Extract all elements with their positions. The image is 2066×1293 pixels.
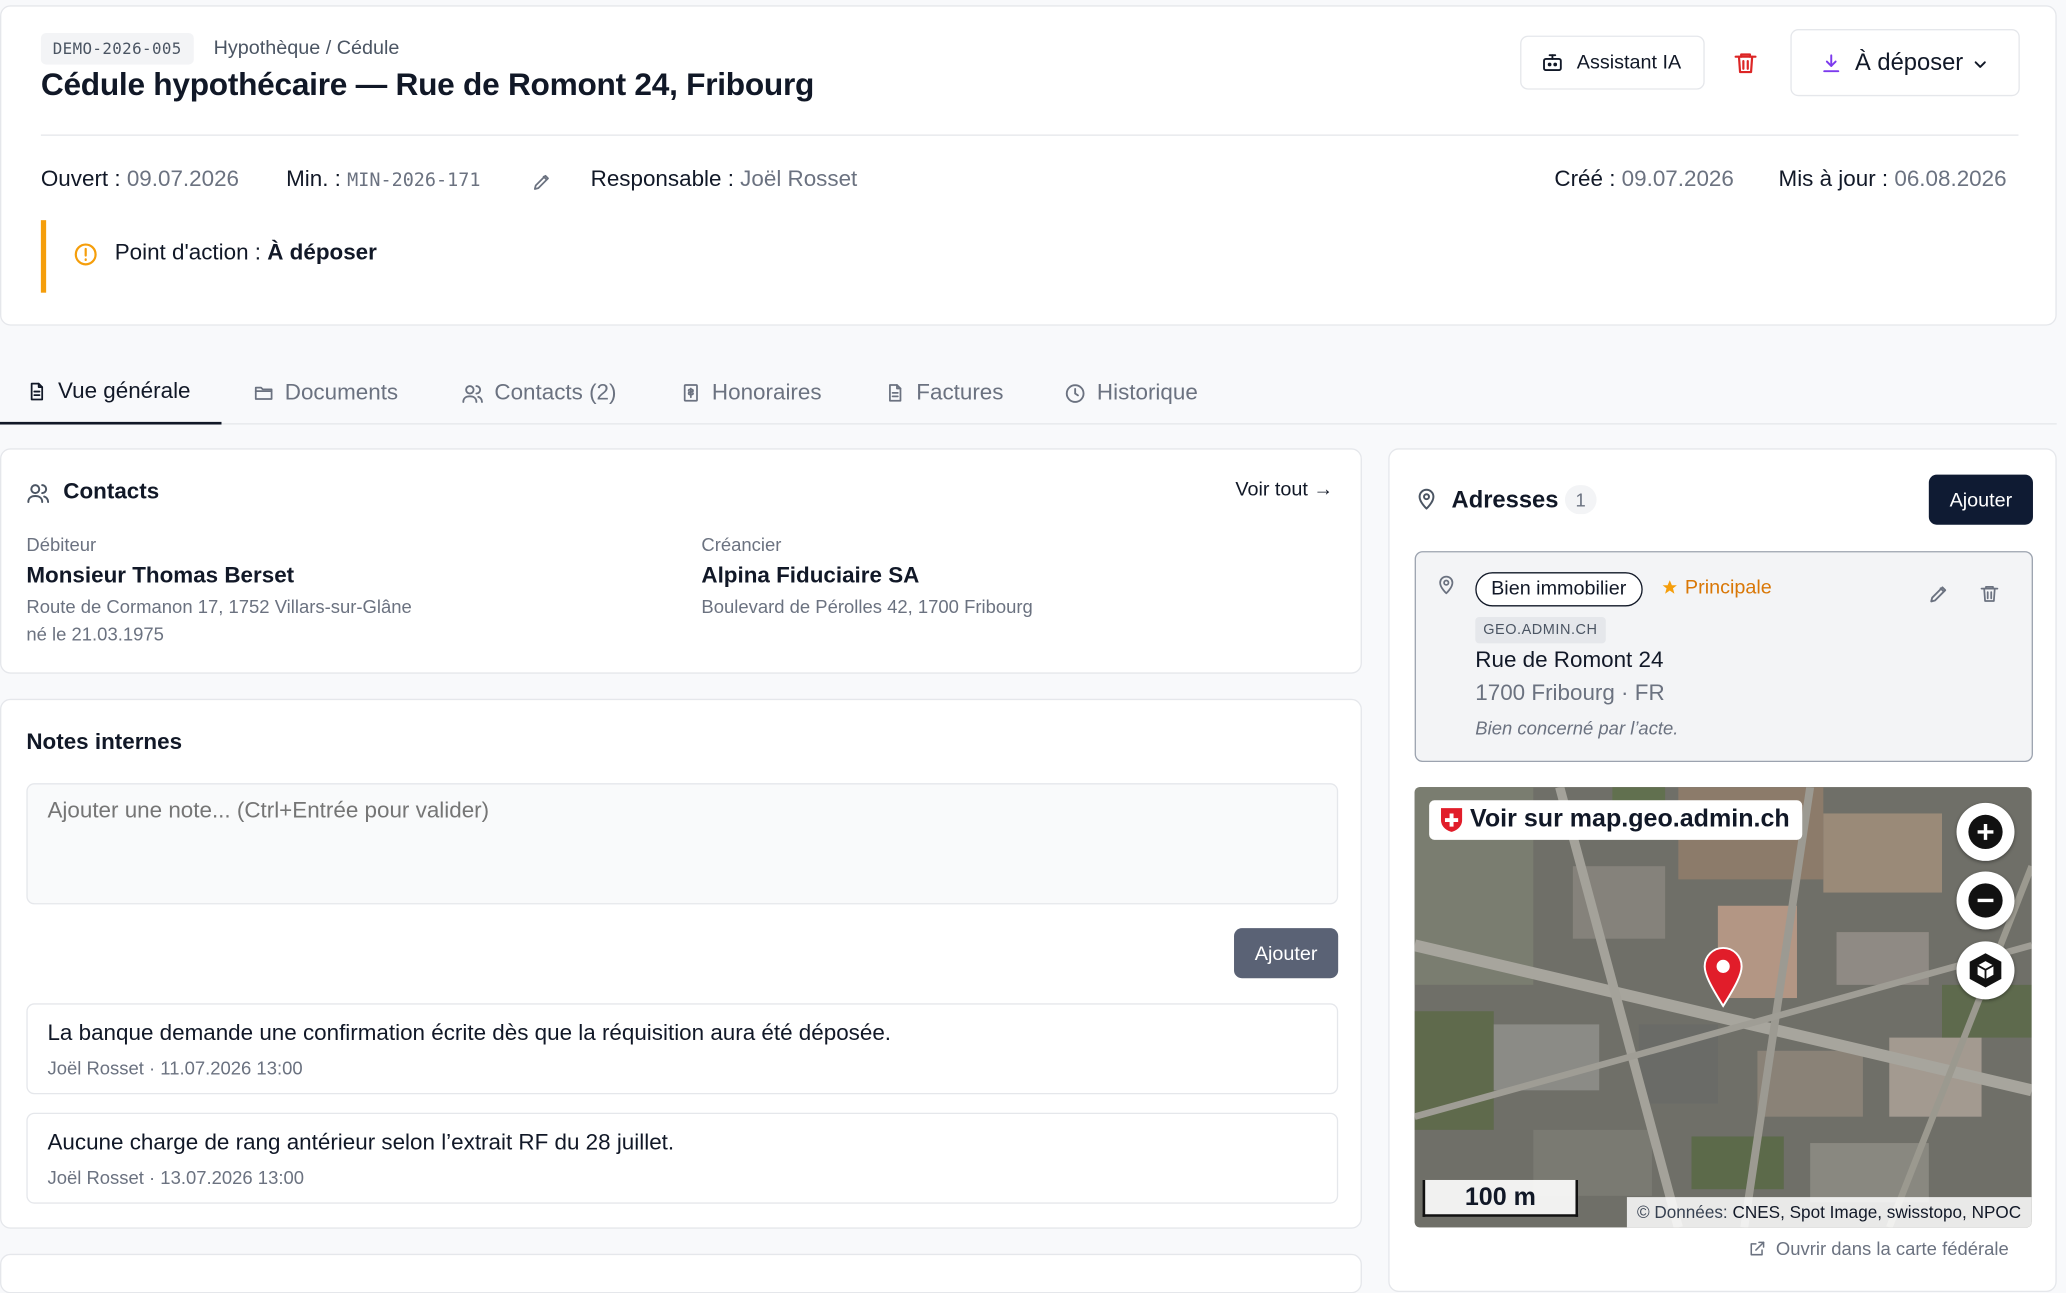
- edit-minute-pencil-icon[interactable]: [531, 171, 552, 199]
- tab-historique[interactable]: Historique: [1064, 361, 1198, 424]
- status-dropdown[interactable]: À déposer: [1790, 29, 2020, 97]
- addresses-title: Adresses: [1451, 486, 1559, 513]
- page-title: Cédule hypothécaire — Rue de Romont 24, …: [40, 67, 815, 103]
- note-text: La banque demande une confirmation écrit…: [47, 1020, 892, 1046]
- download-icon: [1821, 52, 1842, 73]
- internal-notes-card: Notes internes Ajouter La banque demande…: [0, 698, 1362, 1229]
- meta-minute: Min. : MIN-2026-171: [286, 166, 481, 192]
- assistant-ia-label: Assistant IA: [1576, 51, 1682, 74]
- cube-icon: [1966, 951, 2006, 991]
- contacts-card: Contacts Voir tout → Débiteur Monsieur T…: [0, 448, 1362, 674]
- aerial-map-imagery: [1414, 787, 2032, 1228]
- case-reference-badge: DEMO-2026-005: [40, 32, 194, 65]
- contact-birthdate: né le 21.03.1975: [26, 623, 164, 645]
- see-all-contacts-link[interactable]: Voir tout →: [1235, 479, 1333, 501]
- contact-role: Créancier: [701, 533, 782, 556]
- robot-icon: [1541, 51, 1563, 73]
- meta-responsible: Responsable : Joël Rosset: [590, 166, 858, 192]
- action-point-text: Point d'action : À déposer: [114, 239, 377, 265]
- tab-contacts[interactable]: Contacts (2): [461, 361, 616, 424]
- receipt-icon: [680, 382, 701, 403]
- meta-updated: Mis à jour : 06.08.2026: [1778, 166, 2007, 192]
- tab-bar: Vue générale Documents Contacts (2) Hono…: [0, 361, 2057, 425]
- document-icon: [26, 381, 47, 402]
- note-input[interactable]: [26, 783, 1339, 905]
- note-item: La banque demande une confirmation écrit…: [26, 1003, 1339, 1095]
- edit-address-pencil-icon[interactable]: [1928, 583, 1950, 605]
- minus-icon: [1967, 882, 2004, 919]
- map-pin-icon: [1436, 575, 1457, 596]
- tab-documents[interactable]: Documents: [253, 361, 398, 424]
- external-link-icon: [1748, 1239, 1766, 1257]
- case-header: DEMO-2026-005 Hypothèque / Cédule Cédule…: [0, 5, 2057, 326]
- address-source-badge: GEO.ADMIN.CH: [1475, 617, 1606, 644]
- chevron-down-icon: [1971, 53, 1989, 81]
- address-description: Bien concerné par l’acte.: [1475, 717, 1679, 739]
- zoom-out-button[interactable]: [1956, 871, 2015, 930]
- meta-opened: Ouvert : 09.07.2026: [40, 166, 240, 192]
- note-meta: Joël Rosset · 11.07.2026 13:00: [47, 1057, 303, 1079]
- map-attribution: © Données: CNES, Spot Image, swisstopo, …: [1626, 1197, 2032, 1228]
- contacts-title: Contacts: [63, 478, 160, 504]
- header-divider: [40, 134, 2019, 136]
- addresses-card: Adresses 1 Ajouter Bien immobilier Princ…: [1388, 448, 2057, 1293]
- tab-factures[interactable]: Factures: [885, 361, 1003, 424]
- next-card: [0, 1253, 1362, 1293]
- tab-honoraires[interactable]: Honoraires: [680, 361, 822, 424]
- map-pin-icon: [1415, 488, 1439, 512]
- map-scale: 100 m: [1422, 1179, 1579, 1217]
- delete-case-button[interactable]: [1732, 50, 1761, 79]
- note-meta: Joël Rosset · 13.07.2026 13:00: [47, 1166, 304, 1188]
- folder-icon: [253, 382, 274, 403]
- star-icon: [1661, 579, 1678, 596]
- contact-address: Route de Cormanon 17, 1752 Villars-sur-G…: [26, 595, 412, 618]
- trash-icon: [1732, 50, 1761, 76]
- contact-role: Débiteur: [26, 533, 97, 556]
- delete-address-trash-icon[interactable]: [1979, 583, 2000, 605]
- meta-created: Créé : 09.07.2026: [1554, 166, 1734, 192]
- status-label: À déposer: [1854, 48, 1964, 76]
- assistant-ia-button[interactable]: Assistant IA: [1520, 35, 1705, 90]
- contact-name[interactable]: Alpina Fiduciaire SA: [701, 563, 919, 589]
- action-point-banner: Point d'action : À déposer: [40, 220, 753, 293]
- tab-vue-generale[interactable]: Vue générale: [0, 361, 222, 425]
- note-text: Aucune charge de rang antérieur selon l’…: [47, 1129, 675, 1155]
- address-type-badge: Bien immobilier: [1475, 572, 1643, 607]
- zoom-in-button[interactable]: [1956, 802, 2015, 861]
- plus-icon: [1967, 813, 2004, 850]
- clock-icon: [1064, 382, 1086, 404]
- invoice-icon: [885, 382, 906, 403]
- case-category: Hypothèque / Cédule: [213, 36, 400, 60]
- open-federal-map-link[interactable]: Ouvrir dans la carte fédérale: [1748, 1238, 2009, 1259]
- 3d-view-button[interactable]: [1956, 941, 2015, 1000]
- note-item: Aucune charge de rang antérieur selon l’…: [26, 1112, 1339, 1204]
- principal-badge: Principale: [1661, 576, 1772, 599]
- contact-name[interactable]: Monsieur Thomas Berset: [26, 563, 294, 589]
- notes-title: Notes internes: [26, 729, 183, 755]
- add-address-button[interactable]: Ajouter: [1928, 474, 2033, 525]
- add-note-button[interactable]: Ajouter: [1234, 928, 1339, 979]
- address-city: 1700 Fribourg · FR: [1475, 680, 1665, 706]
- users-icon: [461, 382, 483, 404]
- users-icon: [26, 481, 50, 505]
- alert-circle-icon: [73, 241, 99, 274]
- address-item: Bien immobilier Principale GEO.ADMIN.CH …: [1414, 551, 2033, 763]
- swiss-shield-icon: [1440, 807, 1464, 833]
- contact-address: Boulevard de Pérolles 42, 1700 Fribourg: [701, 595, 1033, 618]
- aerial-map[interactable]: Voir sur map.geo.admin.ch 100 m © Donnée…: [1414, 787, 2032, 1228]
- view-on-geo-admin-link[interactable]: Voir sur map.geo.admin.ch: [1429, 800, 1803, 840]
- addresses-count-badge: 1: [1564, 485, 1597, 515]
- address-street: Rue de Romont 24: [1475, 647, 1664, 673]
